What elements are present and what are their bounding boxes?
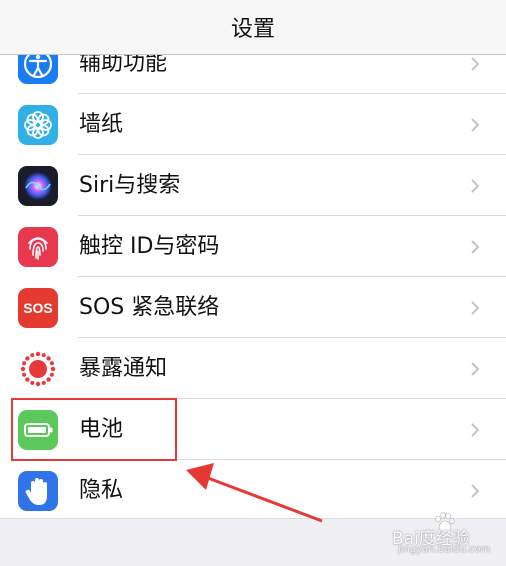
chevron-right-icon [466, 55, 484, 73]
settings-item-label: 隐私 [79, 478, 124, 503]
settings-item-label: 辅助功能 [79, 55, 168, 76]
settings-item-siri[interactable]: Siri与搜索 [0, 155, 506, 216]
wallpaper-icon [18, 105, 58, 145]
settings-item-label: 触控 ID与密码 [79, 234, 220, 259]
settings-item-label: SOS 紧急联络 [79, 295, 220, 320]
privacy-hand-icon [18, 471, 58, 511]
siri-icon [18, 166, 58, 206]
settings-item-label: 暴露通知 [79, 356, 168, 381]
navigation-bar: 设置 [0, 0, 506, 55]
settings-item-label: Siri与搜索 [79, 173, 181, 198]
chevron-right-icon [466, 177, 484, 195]
chevron-right-icon [466, 421, 484, 439]
chevron-right-icon [466, 238, 484, 256]
settings-item-sos[interactable]: SOS SOS 紧急联络 [0, 277, 506, 338]
settings-item-touch-id[interactable]: 触控 ID与密码 [0, 216, 506, 277]
settings-item-accessibility[interactable]: 辅助功能 [0, 55, 506, 94]
fingerprint-icon [18, 227, 58, 267]
page-title: 设置 [230, 17, 275, 42]
sos-icon: SOS [18, 288, 58, 328]
watermark-site: jingyan.baidu.com [398, 544, 491, 555]
chevron-right-icon [466, 360, 484, 378]
accessibility-icon [18, 55, 58, 84]
chevron-right-icon [466, 116, 484, 134]
highlight-box [11, 398, 177, 461]
settings-item-exposure-notification[interactable]: 暴露通知 [0, 338, 506, 399]
watermark: Bai度经验 jingyan.baidu.com [392, 510, 504, 558]
settings-item-label: 墙纸 [79, 112, 124, 137]
exposure-notification-icon [18, 349, 58, 389]
chevron-right-icon [466, 482, 484, 500]
sos-icon-text: SOS [23, 300, 53, 316]
chevron-right-icon [466, 299, 484, 317]
settings-item-wallpaper[interactable]: 墙纸 [0, 94, 506, 155]
